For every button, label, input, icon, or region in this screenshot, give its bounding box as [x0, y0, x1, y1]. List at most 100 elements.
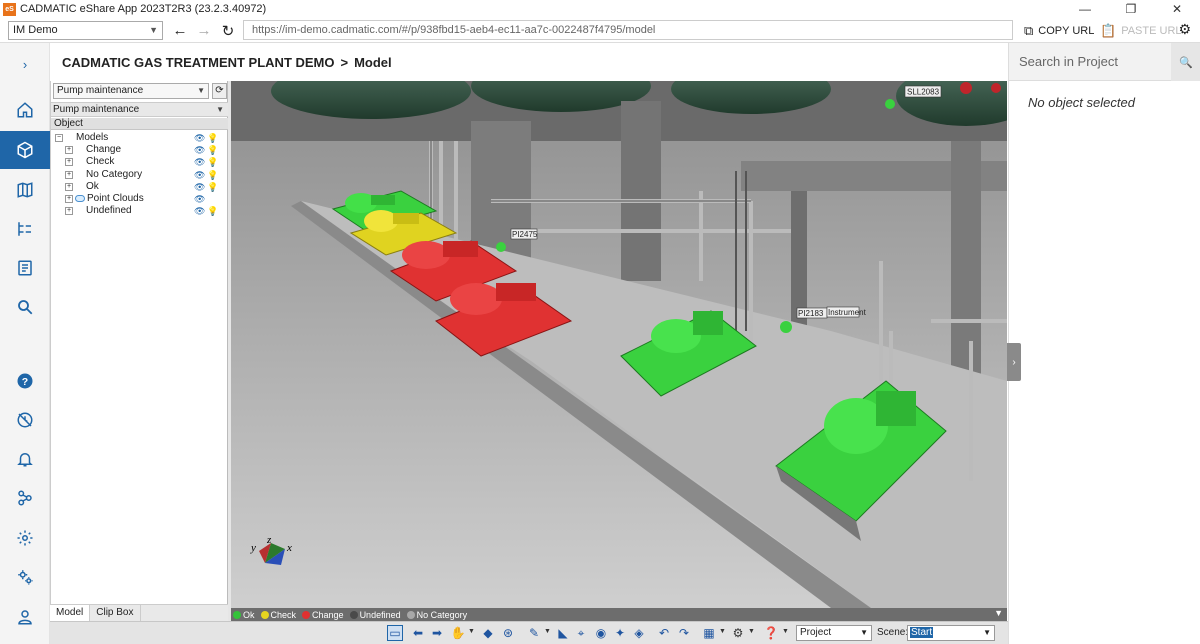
document-icon [18, 260, 32, 276]
bulb-icon[interactable]: 💡 [207, 132, 218, 144]
3d-viewport[interactable]: SLL2083 PI2475 PI2183 Instrument y z x [231, 81, 1007, 608]
bulb-icon[interactable]: 💡 [207, 205, 218, 217]
cube-view-button[interactable]: ◆ [480, 625, 496, 641]
expand-icon[interactable]: + [65, 146, 73, 154]
tab-clip-box[interactable]: Clip Box [90, 605, 141, 621]
alert-icon[interactable] [991, 83, 1001, 93]
panel-collapse-handle[interactable]: › [1007, 343, 1021, 381]
bulb-icon[interactable]: 💡 [207, 181, 218, 193]
left-nav-rail: › ? [0, 43, 50, 644]
nav-settings[interactable] [0, 519, 50, 557]
expand-icon[interactable]: + [65, 158, 73, 166]
tree-item-change[interactable]: + Change 👁 💡 [51, 144, 228, 156]
expand-icon[interactable]: + [65, 207, 73, 215]
eye-icon[interactable]: 👁 [194, 181, 205, 193]
nav-home[interactable] [0, 91, 50, 129]
nav-notifications[interactable] [0, 440, 50, 478]
nav-search[interactable] [0, 288, 50, 326]
nav-integrations[interactable] [0, 479, 50, 517]
expand-nav-button[interactable]: › [0, 45, 50, 83]
project-select[interactable]: Project ▼ [796, 625, 872, 641]
chevron-down-icon[interactable]: ▼ [782, 628, 789, 635]
bulb-icon[interactable]: 💡 [207, 156, 218, 168]
settings-gear-icon[interactable]: ⚙ [1178, 21, 1191, 38]
redo-button[interactable]: ↷ [676, 625, 692, 641]
eye-icon[interactable]: 👁 [194, 156, 205, 168]
scene-select[interactable]: Start ▼ [907, 625, 995, 641]
bulb-icon[interactable]: 💡 [207, 144, 218, 156]
view-select[interactable]: Pump maintenance ▼ [53, 83, 209, 99]
search-icon[interactable]: 🔍 [1171, 43, 1200, 81]
chevron-down-icon[interactable]: ▼ [468, 628, 475, 635]
url-input[interactable]: https://im-demo.cadmatic.com/#/p/938fbd1… [243, 20, 1013, 40]
layers-button[interactable]: ▦ [701, 625, 717, 641]
app-logo-icon: eS [3, 2, 16, 16]
refresh-button[interactable]: ⟳ [212, 83, 227, 99]
nav-help[interactable]: ? [0, 362, 50, 400]
chevron-down-icon: ▼ [860, 628, 868, 637]
fit-view-button[interactable]: ▭ [387, 625, 403, 641]
eye-icon[interactable]: 👁 [194, 144, 205, 156]
undo-button[interactable]: ↶ [656, 625, 672, 641]
alert-icon[interactable] [960, 82, 972, 94]
viewer-help-button[interactable]: ❓ [763, 625, 779, 641]
nav-admin[interactable] [0, 558, 50, 596]
eye-icon[interactable]: 👁 [194, 169, 205, 181]
breadcrumb-project[interactable]: CADMATIC GAS TREATMENT PLANT DEMO [62, 55, 335, 70]
legend-label: Undefined [359, 609, 401, 620]
group-select[interactable]: Pump maintenance ▼ [51, 102, 228, 117]
nav-documents[interactable] [0, 249, 50, 287]
render-button[interactable]: ◈ [631, 625, 647, 641]
copy-url-button[interactable]: ⧉ COPY URL [1024, 21, 1094, 40]
chevron-down-icon[interactable]: ▼ [544, 628, 551, 635]
walk-mode-button[interactable]: ✋ [450, 625, 466, 641]
bulb-icon[interactable]: 💡 [207, 169, 218, 181]
tree-item-undefined[interactable]: + Undefined 👁 💡 [51, 205, 228, 217]
paste-url-button[interactable]: 📋 PASTE URL [1100, 21, 1182, 40]
markup-button[interactable]: ✦ [612, 625, 628, 641]
measure-button[interactable]: ✎ [526, 625, 542, 641]
eye-icon[interactable]: 👁 [194, 132, 205, 144]
nav-model[interactable] [0, 131, 50, 169]
tree-item-models[interactable]: − Models 👁 💡 [51, 132, 228, 144]
nav-map[interactable] [0, 171, 50, 209]
collapse-icon[interactable]: − [55, 134, 63, 142]
nav-user[interactable] [0, 598, 50, 636]
tag-label: PI2183 [798, 309, 824, 318]
minimize-icon[interactable]: — [1062, 0, 1108, 18]
nav-hierarchy[interactable] [0, 210, 50, 248]
coordinates-button[interactable]: ⌖ [573, 625, 589, 641]
chevron-down-icon[interactable]: ▼ [748, 628, 755, 635]
model-tree-panel: Pump maintenance ▼ ⟳ Pump maintenance ▼ … [50, 81, 228, 621]
viewer-settings-button[interactable]: ⚙ [730, 625, 746, 641]
orbit-button[interactable]: ⊛ [500, 625, 516, 641]
reload-button[interactable]: ↻ [218, 21, 238, 40]
nav-offline[interactable] [0, 401, 50, 439]
tree-item-point-clouds[interactable]: + Point Clouds 👁 [51, 193, 228, 205]
chevron-down-icon[interactable]: ▼ [719, 628, 726, 635]
chevron-down-icon[interactable]: ▼ [994, 608, 1003, 618]
eye-icon[interactable]: 👁 [194, 193, 205, 205]
tree-item-label: Undefined [86, 205, 132, 216]
maximize-icon[interactable]: ❐ [1108, 0, 1154, 18]
expand-icon[interactable]: + [65, 183, 73, 191]
tree-item-no-category[interactable]: + No Category 👁 💡 [51, 169, 228, 181]
section-button[interactable]: ◣ [555, 625, 571, 641]
tree-item-label: Ok [86, 181, 99, 192]
site-select[interactable]: IM Demo ▼ [8, 21, 163, 40]
tree-item-check[interactable]: + Check 👁 💡 [51, 156, 228, 168]
expand-icon[interactable]: + [65, 171, 73, 179]
tree-item-ok[interactable]: + Ok 👁 💡 [51, 181, 228, 193]
eye-icon[interactable]: 👁 [194, 205, 205, 217]
tab-model[interactable]: Model [50, 605, 91, 621]
tree-column-header[interactable]: Object [51, 118, 228, 130]
legend-label: No Category [416, 609, 468, 620]
search-input[interactable]: Search in Project 🔍 [1009, 43, 1200, 81]
back-button[interactable]: ← [170, 21, 190, 40]
next-view-button[interactable]: ➡ [429, 625, 445, 641]
expand-icon[interactable]: + [65, 195, 73, 203]
previous-view-button[interactable]: ⬅ [410, 625, 426, 641]
close-icon[interactable]: ✕ [1154, 0, 1200, 18]
forward-button[interactable]: → [194, 21, 214, 40]
camera-button[interactable]: ◉ [593, 625, 609, 641]
